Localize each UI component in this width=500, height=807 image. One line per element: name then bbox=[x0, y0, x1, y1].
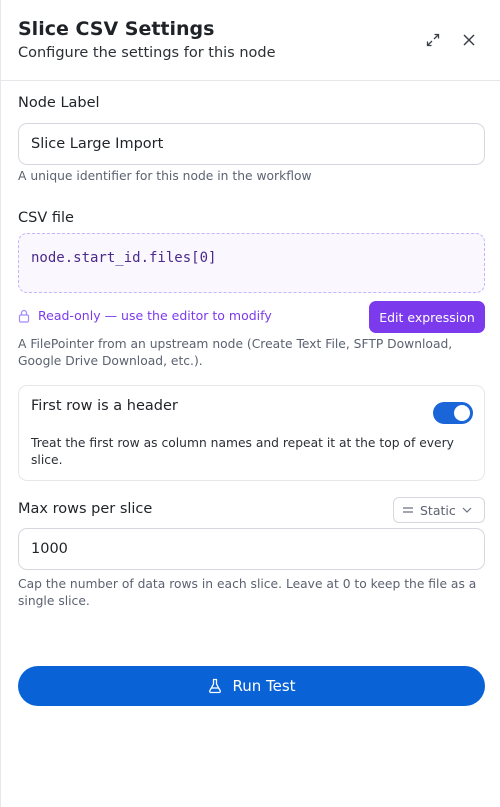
csv-file-label: CSV file bbox=[18, 210, 74, 226]
header-row-toggle[interactable] bbox=[433, 402, 473, 424]
run-test-label: Run Test bbox=[232, 677, 296, 695]
max-rows-help: Cap the number of data rows in each slic… bbox=[18, 577, 477, 608]
panel-subtitle: Configure the settings for this node bbox=[18, 45, 276, 61]
readonly-notice: Read-only — use the editor to modify bbox=[18, 308, 272, 323]
csv-file-help: A FilePointer from an upstream node (Cre… bbox=[18, 337, 453, 368]
mode-select-value: Static bbox=[420, 502, 456, 518]
edit-expression-button[interactable]: Edit expression bbox=[369, 301, 485, 333]
node-label-label: Node Label bbox=[18, 95, 100, 111]
header-row-description: Treat the first row as column names and … bbox=[31, 436, 454, 467]
max-rows-input[interactable]: 1000 bbox=[18, 528, 485, 570]
equals-icon bbox=[403, 507, 413, 513]
flask-icon bbox=[209, 678, 222, 694]
lock-icon bbox=[18, 309, 30, 323]
csv-file-expression: node.start_id.files[0] bbox=[31, 250, 217, 266]
header-row-card: First row is a header Treat the first ro… bbox=[18, 385, 485, 481]
run-test-button[interactable]: Run Test bbox=[18, 666, 485, 706]
expand-icon[interactable] bbox=[423, 30, 443, 50]
readonly-text: Read-only — use the editor to modify bbox=[38, 308, 272, 323]
csv-file-expression-box: node.start_id.files[0] bbox=[18, 233, 485, 293]
header-row-title: First row is a header bbox=[31, 398, 178, 414]
close-icon[interactable] bbox=[459, 30, 479, 50]
panel-header: Slice CSV Settings Configure the setting… bbox=[1, 0, 500, 81]
panel-title: Slice CSV Settings bbox=[18, 18, 215, 40]
max-rows-label: Max rows per slice bbox=[18, 501, 153, 517]
toggle-knob bbox=[454, 405, 470, 421]
chevron-down-icon bbox=[462, 507, 472, 513]
node-label-input[interactable]: Slice Large Import bbox=[18, 123, 485, 165]
settings-panel: Slice CSV Settings Configure the setting… bbox=[0, 0, 500, 807]
node-label-help: A unique identifier for this node in the… bbox=[18, 169, 312, 183]
mode-select[interactable]: Static bbox=[393, 497, 485, 523]
